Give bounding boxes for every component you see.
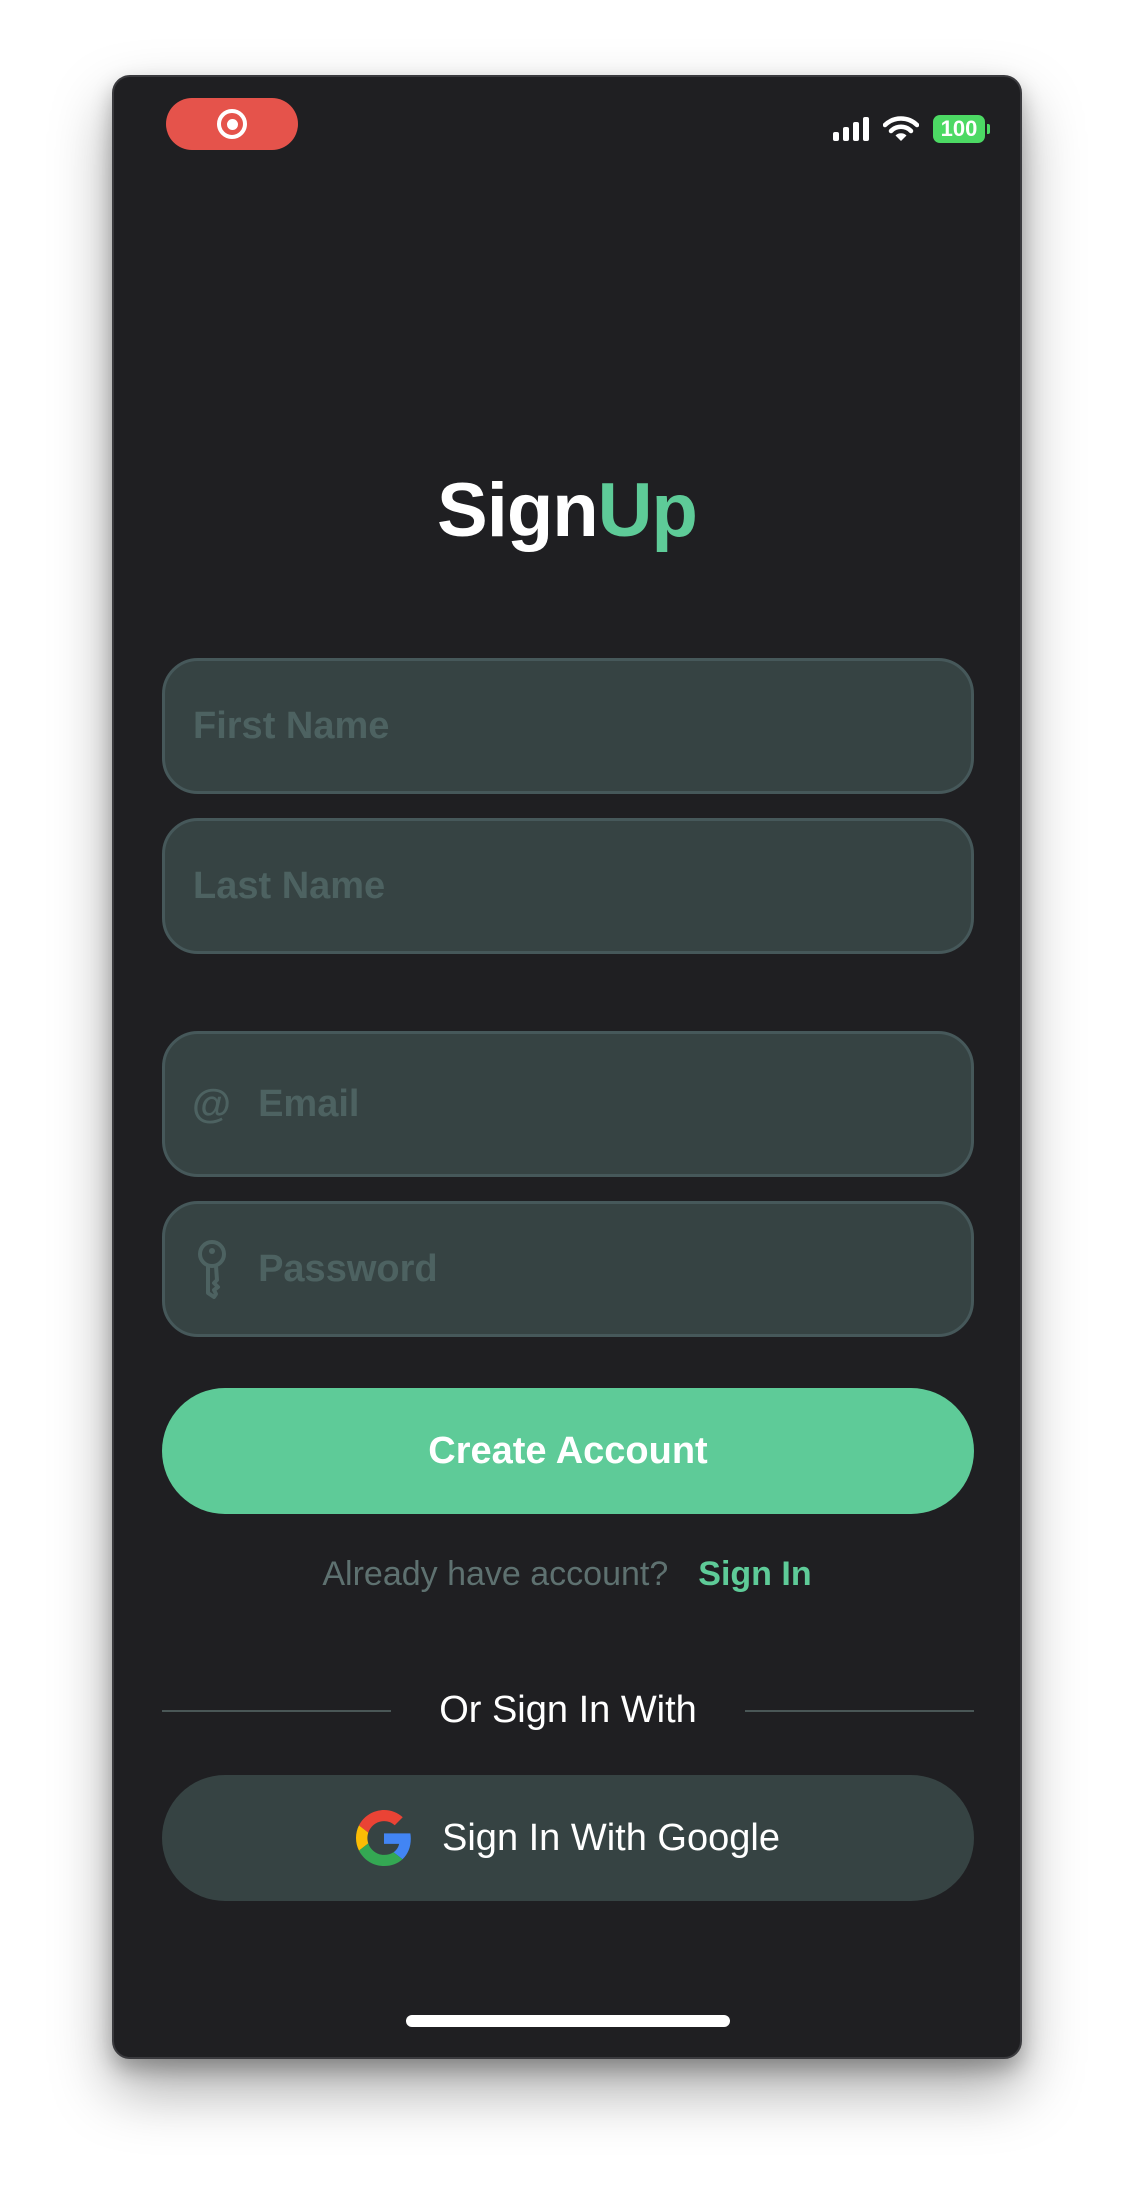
- battery-indicator: 100: [933, 115, 990, 143]
- email-field[interactable]: @: [162, 1031, 974, 1177]
- first-name-field[interactable]: [162, 658, 974, 794]
- key-icon: [185, 1239, 238, 1299]
- or-divider: Or Sign In With: [162, 1689, 975, 1732]
- first-name-input[interactable]: [165, 661, 971, 791]
- record-icon: [217, 109, 247, 139]
- google-sign-in-button[interactable]: Sign In With Google: [162, 1775, 974, 1901]
- or-sign-in-with-text: Or Sign In With: [439, 1689, 697, 1731]
- at-sign-icon: @: [192, 1081, 232, 1126]
- wifi-icon: [883, 116, 919, 141]
- screen-recording-indicator[interactable]: [166, 98, 298, 150]
- battery-tip: [987, 124, 990, 134]
- page-title: SignUp: [114, 467, 1020, 554]
- divider-line-left: [162, 1709, 392, 1712]
- divider-line-right: [744, 1709, 975, 1712]
- last-name-field[interactable]: [162, 818, 974, 954]
- phone-screen: 100 SignUp @: [112, 75, 1022, 2059]
- screenshot-stage: 100 SignUp @: [0, 0, 1132, 2204]
- google-logo-icon: [356, 1810, 411, 1866]
- home-indicator[interactable]: [406, 2015, 730, 2027]
- sign-in-link[interactable]: Sign In: [698, 1555, 811, 1594]
- email-input[interactable]: [258, 1034, 971, 1174]
- already-have-account-text: Already have account?: [322, 1555, 669, 1593]
- title-up: Up: [597, 468, 698, 553]
- battery-level: 100: [933, 115, 985, 143]
- signin-prompt: Already have account? Sign In: [114, 1555, 1020, 1594]
- password-input[interactable]: [258, 1204, 971, 1334]
- google-button-label: Sign In With Google: [442, 1816, 780, 1859]
- title-sign: Sign: [437, 468, 599, 553]
- status-bar-right: 100: [833, 115, 990, 143]
- create-account-button[interactable]: Create Account: [162, 1388, 974, 1514]
- password-field[interactable]: [162, 1201, 974, 1337]
- cellular-signal-icon: [833, 117, 869, 141]
- last-name-input[interactable]: [165, 821, 971, 951]
